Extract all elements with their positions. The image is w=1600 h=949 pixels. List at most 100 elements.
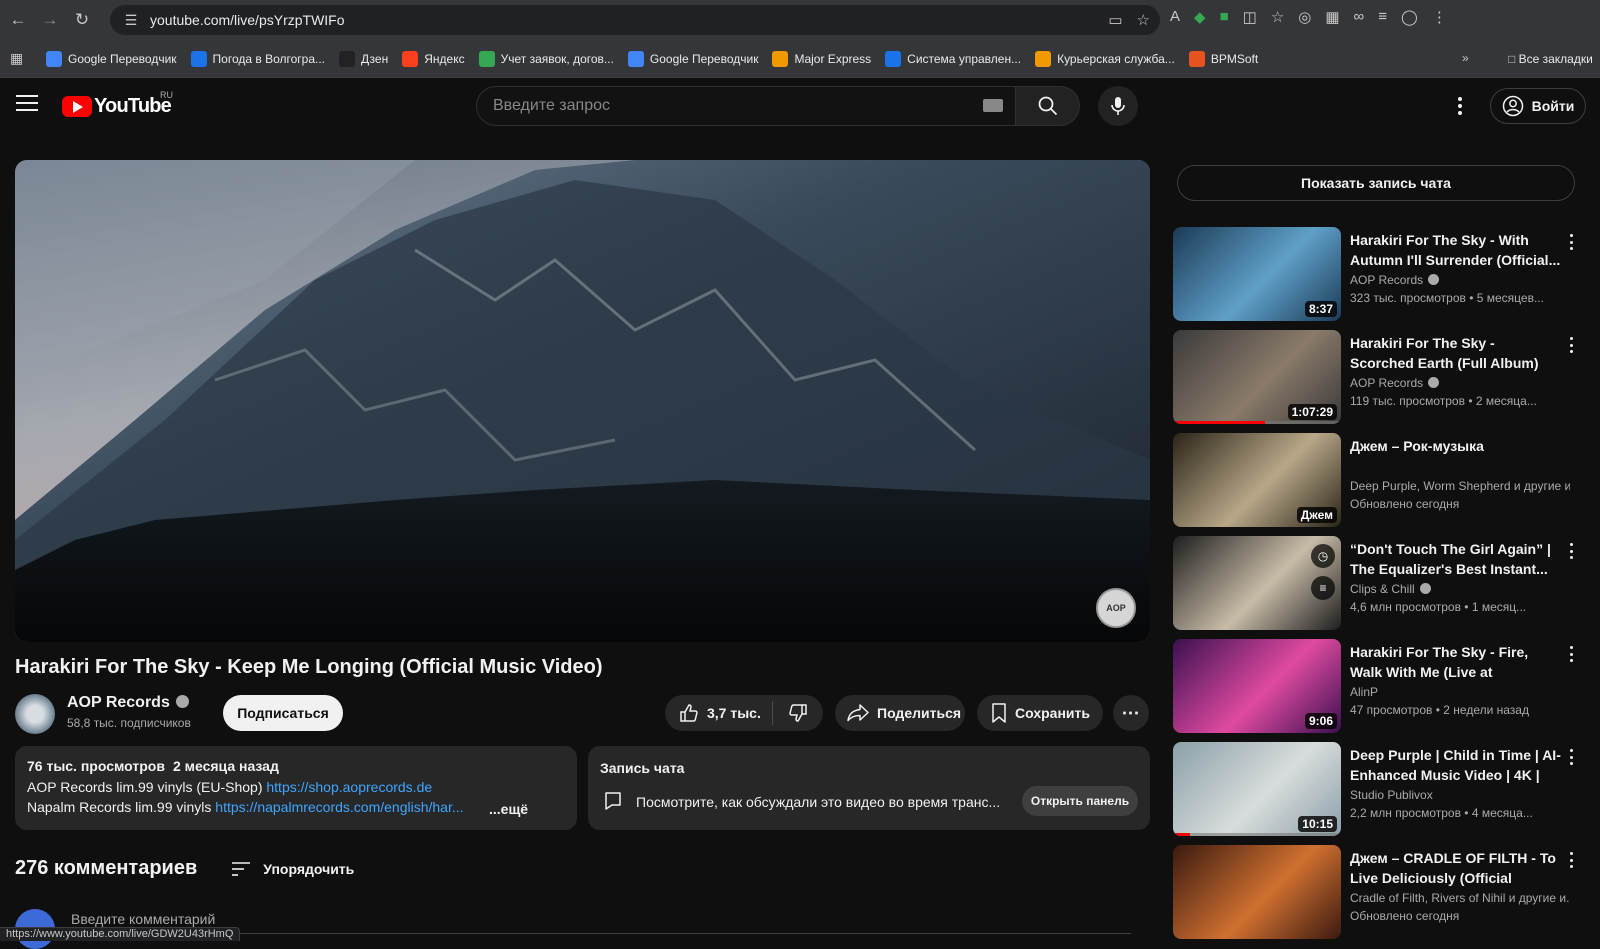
more-vertical-icon[interactable] [1565,233,1577,251]
recommendation-thumbnail[interactable] [1173,845,1341,939]
bookmarks-overflow-icon[interactable]: » [1462,51,1469,65]
bookmark-item[interactable]: BPMSoft [1188,50,1258,67]
recommendation-title[interactable]: Deep Purple | Child in Time | AI-Enhance… [1350,745,1562,785]
more-actions-button[interactable]: ⋯ [1113,695,1149,731]
show-chat-replay-button[interactable]: Показать запись чата [1177,165,1575,201]
favorites-icon[interactable]: ☆ [1271,8,1284,26]
channel-avatar[interactable] [15,694,55,734]
recommendation-title[interactable]: Harakiri For The Sky - Fire, Walk With M… [1350,642,1562,682]
all-bookmarks[interactable]: □ Все закладки [1508,52,1593,66]
subscribe-button[interactable]: Подписаться [223,695,343,731]
youtube-logo[interactable]: YouTube RU [62,90,173,118]
recommendation-channel[interactable]: Cradle of Filth, Rivers of Nihil и други… [1350,891,1570,905]
recommendation-thumbnail[interactable]: 8:37 [1173,227,1341,321]
recommendation-title[interactable]: Harakiri For The Sky - Scorched Earth (F… [1350,333,1562,373]
adblock-icon[interactable]: ■ [1220,8,1229,26]
recommendation-thumbnail[interactable]: 9:06 [1173,639,1341,733]
address-bar[interactable]: ☰ youtube.com/live/psYrzpTWIFo ▭ ☆ [110,5,1160,35]
save-button[interactable]: Сохранить [977,695,1103,731]
keyboard-icon[interactable] [983,99,1003,112]
recommendation-item[interactable]: 1:07:29 Harakiri For The Sky - Scorched E… [1173,330,1593,426]
signin-button[interactable]: Войти [1490,88,1586,124]
playlist-icon[interactable]: ≡ [1378,8,1387,26]
settings-dots-icon[interactable] [1448,94,1472,118]
search-input[interactable] [477,97,957,115]
recommendation-item[interactable]: 9:06 Harakiri For The Sky - Fire, Walk Wi… [1173,639,1593,735]
recommendation-channel[interactable]: Deep Purple, Worm Shepherd и другие и... [1350,479,1570,493]
more-vertical-icon[interactable] [1565,851,1577,869]
like-button[interactable]: 3,7 тыс. [665,701,773,725]
recommendation-title[interactable]: “Don't Touch The Girl Again” | The Equal… [1350,539,1562,579]
sort-comments-button[interactable]: Упорядочить [231,861,354,877]
extensions-icon[interactable]: ◫ [1243,8,1257,26]
site-settings-icon[interactable]: ☰ [118,12,144,29]
more-vertical-icon[interactable] [1565,336,1577,354]
search-button[interactable] [1016,86,1080,126]
back-icon[interactable]: ← [4,6,32,34]
watch-later-icon[interactable]: ◷ [1311,544,1335,568]
add-to-queue-icon[interactable]: ≡ [1311,576,1335,600]
apps-grid-icon[interactable]: ▦ [10,50,26,67]
recommendation-channel[interactable]: AlinP [1350,685,1570,699]
recommendation-channel[interactable]: Studio Publivox [1350,788,1570,802]
recommendation-thumbnail[interactable]: 1:07:29 [1173,330,1341,424]
screenshot-icon[interactable]: ◎ [1298,8,1311,26]
recommendation-channel-name[interactable]: Cradle of Filth, Rivers of Nihil и други… [1350,891,1570,905]
recommendation-channel[interactable]: Clips & Chill [1350,582,1570,596]
shop-link[interactable]: https://shop.aoprecords.de [266,779,432,795]
recommendation-title[interactable]: Джем – CRADLE OF FILTH - To Live Delicio… [1350,848,1562,888]
channel-watermark[interactable]: AOP [1096,588,1136,628]
bookmark-item[interactable]: Google Переводчик [627,50,758,67]
recommendation-channel-name[interactable]: Studio Publivox [1350,788,1433,802]
more-vertical-icon[interactable] [1565,542,1577,560]
description-box[interactable]: 76 тыс. просмотров 2 месяца назад AOP Rec… [15,746,577,830]
channel-name-text[interactable]: AOP Records [67,694,170,711]
bookmark-item[interactable]: Погода в Волгогра... [190,50,325,67]
forward-icon[interactable]: → [36,6,64,34]
bookmark-item[interactable]: Дзен [339,50,388,67]
link-icon[interactable]: ∞ [1354,8,1365,26]
recommendation-channel-name[interactable]: AOP Records [1350,273,1423,287]
recommendation-thumbnail[interactable]: Джем [1173,433,1341,527]
recommendation-channel-name[interactable]: Deep Purple, Worm Shepherd и другие и... [1350,479,1570,493]
more-vertical-icon[interactable] [1565,748,1577,766]
recommendation-item[interactable]: 8:37 Harakiri For The Sky - With Autumn I… [1173,227,1593,323]
recommendation-item[interactable]: Джем – CRADLE OF FILTH - To Live Delicio… [1173,845,1593,941]
bookmark-item[interactable]: Курьерская служба... [1035,50,1175,67]
font-size-icon[interactable]: A [1170,8,1180,26]
bookmark-item[interactable]: Учет заявок, догов... [478,50,614,67]
video-player[interactable]: AOP [15,160,1150,642]
profile-icon[interactable]: ◯ [1401,8,1418,26]
address-url[interactable]: youtube.com/live/psYrzpTWIFo [150,12,345,28]
guide-menu-icon[interactable] [16,95,38,111]
voice-search-button[interactable] [1098,86,1138,126]
channel-name[interactable]: AOP Records [67,694,189,712]
recommendation-item[interactable]: ◷ ≡ “Don't Touch The Girl Again” | The Equ… [1173,536,1593,632]
translate-icon[interactable]: ▦ [1325,8,1339,26]
recommendation-title[interactable]: Джем – Рок-музыка [1350,436,1562,456]
recommendation-item[interactable]: Джем Джем – Рок-музыка Deep Purple, Worm S… [1173,433,1593,529]
recommendation-channel-name[interactable]: Clips & Chill [1350,582,1415,596]
napalm-link[interactable]: https://napalmrecords.com/english/har... [215,799,463,815]
show-more-button[interactable]: ...ещё [481,801,529,817]
bookmark-item[interactable]: Google Переводчик [46,50,177,67]
install-app-icon[interactable]: ▭ [1108,11,1122,29]
share-button[interactable]: Поделиться [835,695,965,731]
recommendation-channel[interactable]: AOP Records [1350,273,1570,287]
open-panel-button[interactable]: Открыть панель [1022,786,1138,816]
recommendation-title[interactable]: Harakiri For The Sky - With Autumn I'll … [1350,230,1562,270]
recommendation-thumbnail[interactable]: ◷ ≡ [1173,536,1341,630]
recommendation-channel-name[interactable]: AOP Records [1350,376,1423,390]
bookmark-star-icon[interactable]: ☆ [1137,11,1150,29]
recommendation-item[interactable]: 10:15 Deep Purple | Child in Time | AI-En… [1173,742,1593,838]
bookmark-item[interactable]: Система управлен... [885,50,1021,67]
extension-shield-icon[interactable]: ◆ [1194,8,1206,26]
recommendation-channel-name[interactable]: AlinP [1350,685,1378,699]
recommendation-thumbnail[interactable]: 10:15 [1173,742,1341,836]
recommendation-channel[interactable]: AOP Records [1350,376,1570,390]
bookmark-item[interactable]: Major Express [772,50,871,67]
reload-icon[interactable]: ↻ [68,6,96,34]
bookmark-item[interactable]: Яндекс [402,50,465,67]
dislike-button[interactable] [773,703,823,723]
menu-icon[interactable]: ⋮ [1432,8,1447,26]
